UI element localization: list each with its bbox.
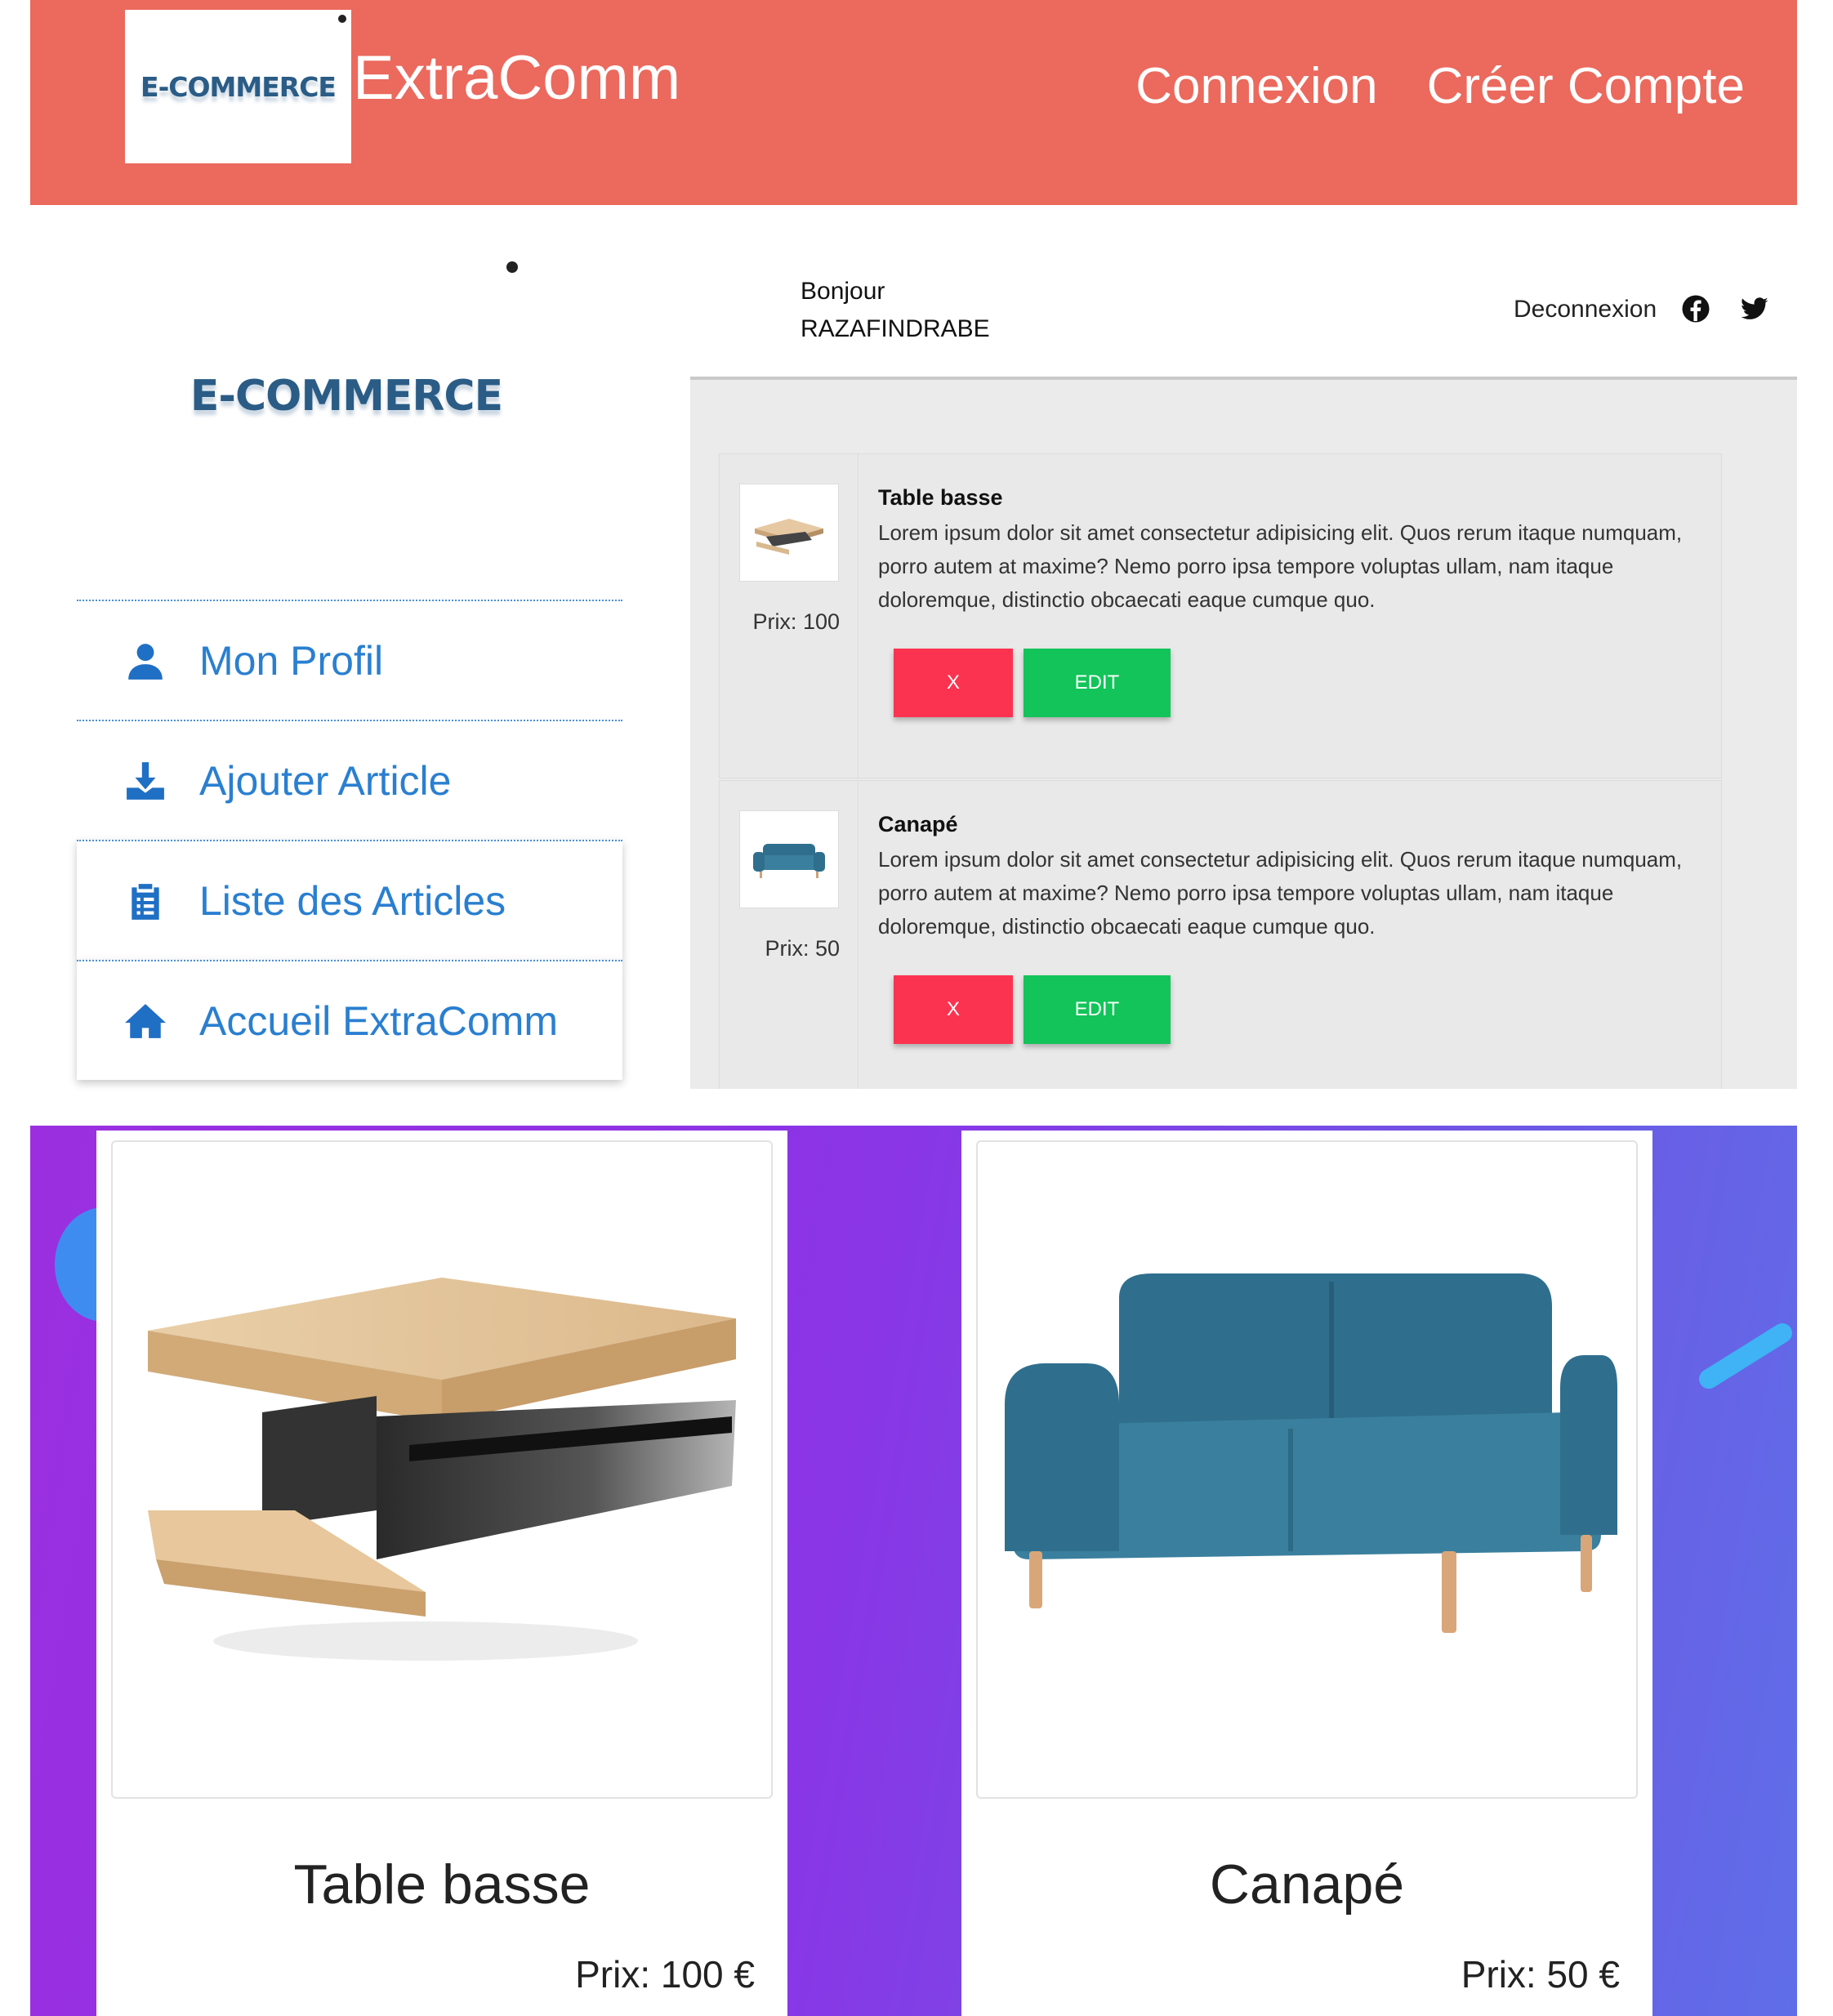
product-image [111, 1140, 773, 1799]
article-description: Lorem ipsum dolor sit amet consectetur a… [878, 520, 1683, 612]
sofa-image [753, 844, 825, 878]
download-icon [124, 760, 167, 802]
logout-link[interactable]: Deconnexion [1514, 296, 1657, 323]
top-nav: Connexion Créer Compte [1135, 57, 1745, 115]
sidebar-item-add-article[interactable]: Ajouter Article [77, 720, 622, 840]
sidebar-item-home[interactable]: Accueil ExtraComm [77, 960, 622, 1080]
product-showcase: Table basse Prix: 100 € Canapé Prix: 50 … [30, 1126, 1797, 2016]
delete-button[interactable]: X [894, 649, 1013, 717]
coffee-table-image [148, 1278, 736, 1661]
article-list-panel: Prix: 100 Table basse Lorem ipsum dolor … [690, 377, 1797, 1089]
create-account-link[interactable]: Créer Compte [1427, 57, 1745, 115]
sidebar-item-label: Ajouter Article [199, 757, 452, 804]
home-icon [124, 1000, 167, 1042]
sidebar-logo: E-COMMERCE [175, 335, 518, 457]
sidebar-logo-text: E-COMMERCE [190, 372, 503, 421]
greeting-text: Bonjour [801, 278, 885, 305]
article-thumbnail [739, 810, 839, 908]
article-price: Prix: 100 [752, 609, 840, 634]
sidebar-item-label: Accueil ExtraComm [199, 997, 558, 1044]
facebook-icon[interactable] [1681, 294, 1710, 323]
decorative-streak [1695, 1319, 1796, 1393]
coffee-table-image [755, 519, 823, 555]
sidebar-item-profile[interactable]: Mon Profil [77, 600, 622, 720]
article-title: Canapé [878, 812, 958, 836]
sidebar-item-label: Mon Profil [199, 637, 384, 684]
user-icon [124, 640, 167, 682]
product-name: Canapé [1209, 1853, 1405, 1916]
product-card[interactable]: Table basse Prix: 100 € [96, 1131, 787, 2016]
username: RAZAFINDRABE [801, 315, 990, 342]
edit-button[interactable]: EDIT [1024, 975, 1171, 1044]
top-navbar: E-COMMERCE ExtraComm Connexion Créer Com… [30, 0, 1797, 205]
sofa-image [1005, 1273, 1617, 1633]
sidebar-item-label: Liste des Articles [199, 877, 506, 924]
article-thumb-column: Prix: 50 [720, 781, 859, 1089]
product-price: Prix: 100 € [575, 1953, 755, 1996]
login-link[interactable]: Connexion [1135, 57, 1377, 115]
sidebar-menu: Mon Profil Ajouter Article Liste des Art… [77, 600, 622, 1080]
article-thumb-column: Prix: 100 [720, 454, 859, 778]
edit-button[interactable]: EDIT [1024, 649, 1171, 717]
article-thumbnail [739, 484, 839, 582]
article-description: Lorem ipsum dolor sit amet consectetur a… [878, 847, 1683, 939]
user-greeting: Bonjour RAZAFINDRABE [801, 273, 990, 348]
article-row: Prix: 100 Table basse Lorem ipsum dolor … [719, 453, 1722, 778]
article-title: Table basse [878, 485, 1003, 510]
product-name: Table basse [293, 1853, 591, 1916]
product-image [976, 1140, 1638, 1799]
header-logo[interactable]: E-COMMERCE [125, 10, 351, 163]
twitter-icon[interactable] [1740, 294, 1769, 323]
product-card[interactable]: Canapé Prix: 50 € [961, 1131, 1652, 2016]
brand-name[interactable]: ExtraComm [353, 42, 680, 114]
article-row: Prix: 50 Canapé Lorem ipsum dolor sit am… [719, 780, 1722, 1089]
header-logo-text: E-COMMERCE [140, 70, 337, 103]
delete-button[interactable]: X [894, 975, 1013, 1044]
product-price: Prix: 50 € [1461, 1953, 1620, 1996]
logo-dot [338, 15, 346, 23]
sidebar-dot [506, 261, 518, 273]
article-price: Prix: 50 [765, 936, 840, 961]
sidebar-item-article-list[interactable]: Liste des Articles [77, 840, 622, 960]
clipboard-list-icon [124, 880, 167, 922]
